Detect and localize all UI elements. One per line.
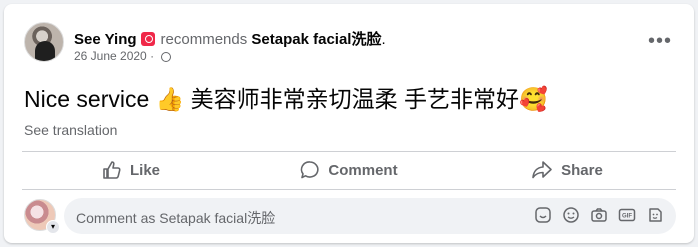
see-translation-link[interactable]: See translation	[24, 122, 117, 138]
post-card: See Ying recommends Setapak facial洗脸. 26 …	[4, 4, 694, 243]
share-button[interactable]: Share	[458, 152, 676, 188]
share-label: Share	[561, 161, 603, 179]
post-text: Nice service 👍 美容师非常亲切温柔 手艺非常好🥰	[24, 86, 548, 112]
comment-label: Comment	[328, 161, 398, 179]
comment-composer: ▾ Comment as Setapak facial洗脸 GIF	[24, 198, 676, 234]
like-label: Like	[129, 161, 160, 179]
globe-icon[interactable]	[161, 52, 172, 62]
post-actions: Like Comment Share	[22, 152, 676, 188]
like-button[interactable]: Like	[22, 152, 240, 188]
page-name-link[interactable]: Setapak facial洗脸	[251, 31, 381, 48]
share-icon	[532, 161, 552, 179]
camera-icon[interactable]	[590, 206, 608, 224]
composer-icons: GIF	[534, 206, 664, 224]
emoji-icon[interactable]	[562, 206, 580, 224]
author-name[interactable]: See Ying	[74, 31, 137, 48]
more-options-icon[interactable]: •••	[648, 31, 672, 51]
post-header: See Ying recommends Setapak facial洗脸.	[74, 28, 386, 49]
like-icon	[103, 161, 121, 179]
divider-bottom	[22, 189, 676, 190]
sticker-icon[interactable]	[534, 206, 552, 224]
post-date[interactable]: 26 June 2020	[74, 49, 147, 63]
post-meta: 26 June 2020 ·	[74, 49, 172, 63]
svg-text:GIF: GIF	[622, 214, 632, 220]
chevron-down-icon[interactable]: ▾	[46, 220, 60, 234]
period: .	[381, 31, 386, 48]
author-avatar[interactable]	[24, 22, 64, 62]
avatar-sticker-icon[interactable]	[646, 206, 664, 224]
meta-separator: ·	[150, 49, 155, 63]
badge-icon	[140, 32, 155, 46]
gif-icon[interactable]: GIF	[618, 206, 636, 224]
recommends-text: recommends	[160, 31, 248, 48]
comment-button[interactable]: Comment	[240, 152, 458, 188]
comment-input[interactable]: Comment as Setapak facial洗脸 GIF	[64, 198, 676, 234]
comment-icon	[301, 161, 319, 179]
comment-placeholder: Comment as Setapak facial洗脸	[76, 210, 276, 226]
